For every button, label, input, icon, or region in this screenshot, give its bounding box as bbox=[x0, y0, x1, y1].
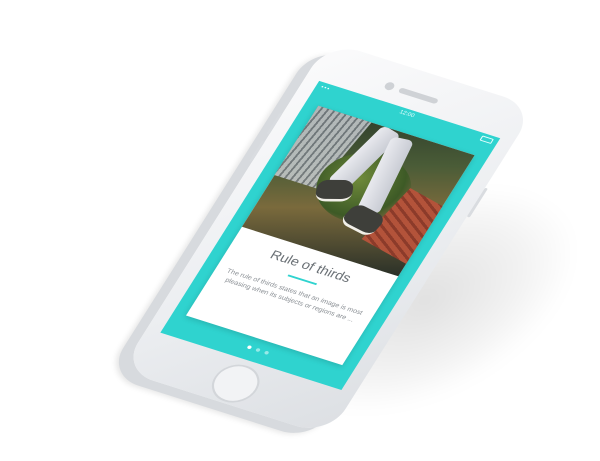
page-dot[interactable] bbox=[263, 350, 270, 355]
product-mockup: ••• 12:00 Rule of thirds The rule of thi… bbox=[0, 0, 600, 461]
page-dot[interactable] bbox=[246, 345, 253, 350]
page-dot[interactable] bbox=[255, 347, 261, 353]
card-divider bbox=[287, 274, 318, 286]
photo-shoe-left bbox=[314, 179, 355, 202]
